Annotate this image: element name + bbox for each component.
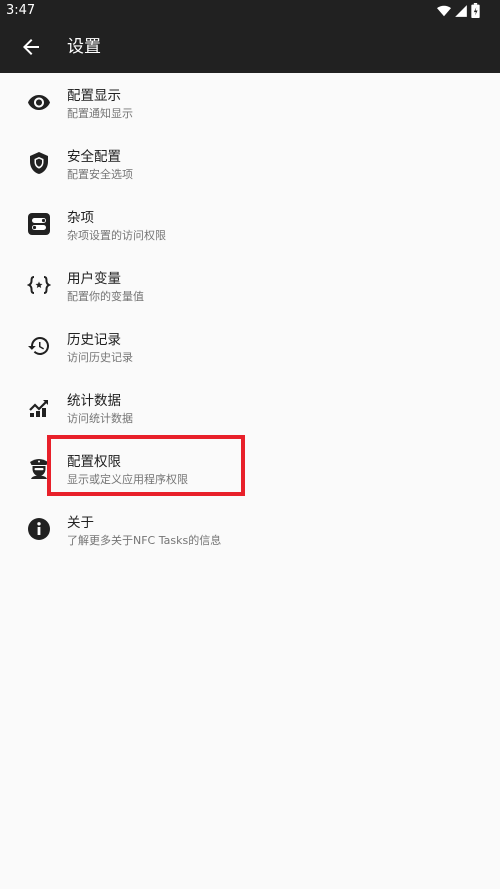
settings-item-title: 安全配置 — [67, 149, 121, 165]
settings-item-history[interactable]: 历史记录 访问历史记录 — [0, 317, 500, 378]
status-bar: 3:47 — [0, 0, 500, 22]
settings-item-permissions[interactable]: 配置权限 显示或定义应用程序权限 — [0, 439, 500, 500]
settings-item-subtitle: 配置通知显示 — [67, 107, 133, 120]
settings-item-title: 配置显示 — [67, 88, 121, 104]
signal-icon — [455, 4, 467, 17]
settings-item-title: 用户变量 — [67, 271, 121, 287]
settings-item-subtitle: 显示或定义应用程序权限 — [67, 473, 188, 486]
settings-item-security[interactable]: 安全配置 配置安全选项 — [0, 134, 500, 195]
back-arrow-icon[interactable] — [19, 35, 43, 59]
wifi-icon — [437, 5, 451, 16]
settings-item-title: 关于 — [67, 515, 94, 531]
history-icon — [28, 336, 50, 355]
info-icon — [28, 518, 50, 540]
settings-item-statistics[interactable]: 统计数据 访问统计数据 — [0, 378, 500, 439]
system-icons — [437, 3, 480, 18]
eye-icon — [28, 95, 50, 110]
settings-item-subtitle: 杂项设置的访问权限 — [67, 229, 166, 242]
settings-list: 配置显示 配置通知显示 安全配置 配置安全选项 杂项 杂项设置的访问权限 用户变… — [0, 73, 500, 561]
settings-item-display[interactable]: 配置显示 配置通知显示 — [0, 73, 500, 134]
settings-item-user-variables[interactable]: 用户变量 配置你的变量值 — [0, 256, 500, 317]
app-bar: 设置 — [0, 22, 500, 73]
settings-item-about[interactable]: 关于 了解更多关于NFC Tasks的信息 — [0, 500, 500, 561]
settings-item-subtitle: 配置安全选项 — [67, 168, 133, 181]
variable-braces-icon — [27, 276, 51, 294]
settings-item-subtitle: 了解更多关于NFC Tasks的信息 — [67, 534, 222, 547]
settings-item-subtitle: 访问统计数据 — [67, 412, 133, 425]
battery-icon — [471, 3, 480, 18]
settings-item-title: 历史记录 — [67, 332, 121, 348]
settings-item-subtitle: 配置你的变量值 — [67, 290, 144, 303]
settings-item-title: 统计数据 — [67, 393, 121, 409]
settings-item-title: 杂项 — [67, 210, 94, 226]
settings-item-misc[interactable]: 杂项 杂项设置的访问权限 — [0, 195, 500, 256]
page-title: 设置 — [67, 37, 101, 57]
stats-chart-icon — [29, 400, 48, 417]
shield-icon — [30, 152, 48, 174]
police-icon — [30, 459, 48, 479]
settings-item-subtitle: 访问历史记录 — [67, 351, 133, 364]
settings-item-title: 配置权限 — [67, 454, 121, 470]
status-time: 3:47 — [6, 3, 36, 18]
misc-toggle-icon — [28, 213, 50, 235]
